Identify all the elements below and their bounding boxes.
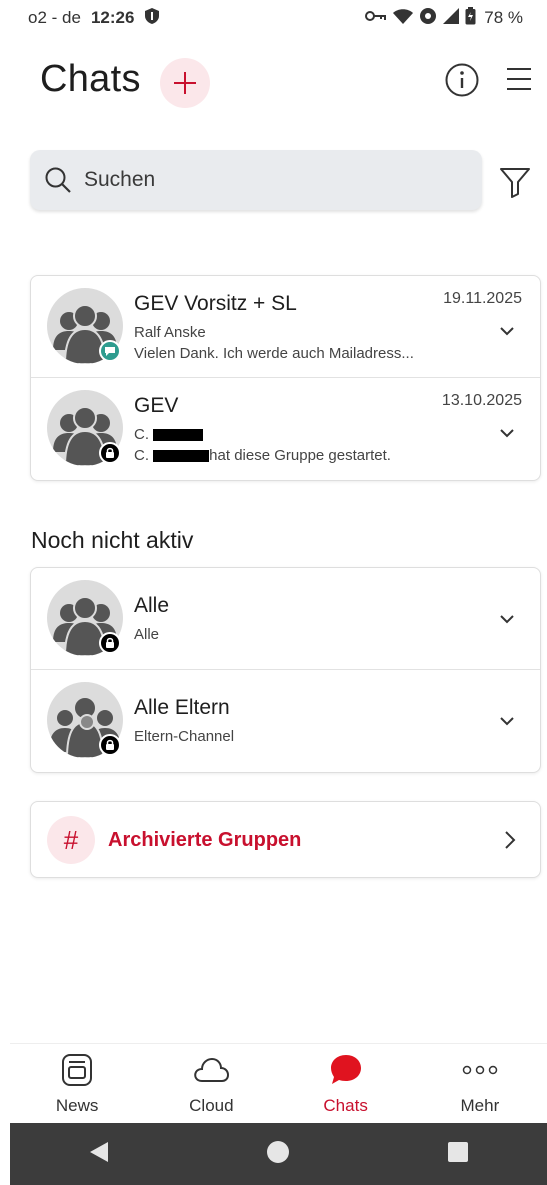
chat-row[interactable]: Alle Alle xyxy=(31,568,540,670)
chevron-right-icon xyxy=(504,830,516,850)
chat-subtitle: Eltern-Channel xyxy=(134,728,235,745)
chat-title: GEV xyxy=(134,394,179,417)
lock-icon xyxy=(99,442,121,464)
carrier-label: o2 - de xyxy=(28,8,81,27)
chat-list: GEV Vorsitz + SL 19.11.2025 Ralf Anske V… xyxy=(30,275,541,481)
chat-date: 13.10.2025 xyxy=(441,392,522,409)
battery-icon xyxy=(465,6,476,30)
nav-label: Cloud xyxy=(189,1096,234,1115)
wifi-icon xyxy=(393,8,414,29)
preview-text: hat diese Gruppe gestartet. xyxy=(209,447,391,464)
filter-button[interactable] xyxy=(498,165,532,199)
redaction-bar xyxy=(153,429,204,442)
preview-initial: C. xyxy=(134,447,149,464)
inactive-chat-list: Alle Alle Alle Eltern Eltern-Channel xyxy=(30,567,541,773)
sender-initial: C. xyxy=(134,426,149,443)
status-bar: o2 - de 12:26 78 % xyxy=(0,0,547,36)
redaction-bar xyxy=(153,450,210,463)
lock-icon xyxy=(99,632,121,654)
chevron-down-icon[interactable] xyxy=(498,612,516,624)
chat-title: Alle Eltern xyxy=(134,696,230,719)
nav-label: Mehr xyxy=(460,1096,500,1115)
news-icon xyxy=(59,1052,95,1088)
chat-preview: C. hat diese Gruppe gestartet. xyxy=(134,447,391,464)
chevron-down-icon[interactable] xyxy=(498,714,516,726)
search-input[interactable] xyxy=(84,168,464,192)
chat-title: Alle xyxy=(134,594,170,617)
header: Chats xyxy=(0,52,547,112)
archived-groups-label: Archivierte Gruppen xyxy=(108,829,302,851)
chat-title: GEV Vorsitz + SL xyxy=(134,292,297,315)
chat-row[interactable]: Alle Eltern Eltern-Channel xyxy=(31,670,540,772)
archived-groups-button[interactable]: # Archivierte Gruppen xyxy=(30,801,541,878)
chat-sender: Ralf Anske xyxy=(134,324,206,341)
chat-badge-icon xyxy=(99,340,121,362)
page-title: Chats xyxy=(40,58,141,100)
back-icon[interactable] xyxy=(88,1140,110,1169)
battery-percent: 78 % xyxy=(484,8,523,27)
nav-label: News xyxy=(55,1096,99,1115)
new-chat-button[interactable] xyxy=(160,58,210,108)
hotspot-icon xyxy=(419,7,437,30)
plus-icon xyxy=(174,72,196,94)
nav-chats[interactable]: Chats xyxy=(279,1044,413,1123)
vpn-key-icon xyxy=(365,8,387,28)
signal-icon xyxy=(443,7,460,29)
lock-icon xyxy=(99,734,121,756)
nav-cloud[interactable]: Cloud xyxy=(144,1044,278,1123)
menu-button[interactable] xyxy=(504,64,534,94)
chat-row[interactable]: GEV 13.10.2025 C. C. hat diese Gruppe ge… xyxy=(31,378,540,480)
nav-news[interactable]: News xyxy=(10,1044,144,1123)
chevron-down-icon[interactable] xyxy=(498,426,516,438)
bottom-navigation: News Cloud Chats Mehr xyxy=(10,1043,547,1123)
recents-icon[interactable] xyxy=(447,1141,469,1168)
chat-preview: Vielen Dank. Ich werde auch Mailadress..… xyxy=(134,345,414,362)
chat-row[interactable]: GEV Vorsitz + SL 19.11.2025 Ralf Anske V… xyxy=(31,276,540,378)
filter-icon xyxy=(500,168,530,198)
more-dots-icon xyxy=(462,1052,498,1088)
chat-sender: C. xyxy=(134,426,204,443)
info-icon xyxy=(445,63,479,97)
chevron-down-icon[interactable] xyxy=(498,324,516,336)
chat-subtitle: Alle xyxy=(134,626,160,643)
hashtag-icon: # xyxy=(47,816,95,864)
chat-bubble-icon xyxy=(328,1052,364,1088)
nav-label: Chats xyxy=(323,1096,368,1115)
system-navigation-bar xyxy=(10,1123,547,1185)
search-bar[interactable] xyxy=(30,150,482,210)
chat-date: 19.11.2025 xyxy=(443,290,522,307)
search-icon xyxy=(45,167,71,193)
cloud-icon xyxy=(193,1052,230,1088)
section-title-inactive: Noch nicht aktiv xyxy=(31,527,194,553)
info-button[interactable] xyxy=(444,62,480,98)
hamburger-icon xyxy=(507,68,531,90)
home-icon[interactable] xyxy=(266,1140,290,1169)
clock: 12:26 xyxy=(90,8,135,27)
shield-icon xyxy=(144,7,160,30)
nav-more[interactable]: Mehr xyxy=(413,1044,547,1123)
